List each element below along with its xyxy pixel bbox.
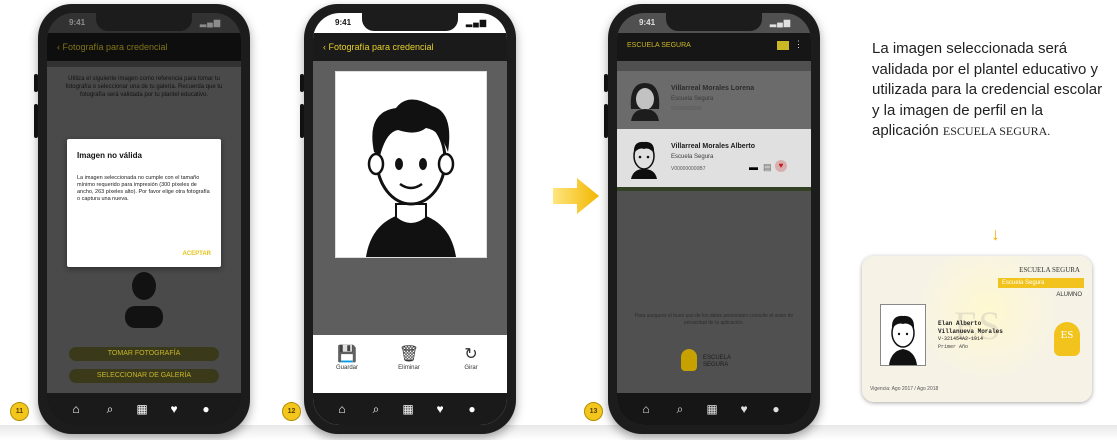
student-name: Villarreal Morales Lorena [671, 85, 755, 92]
profile-card-lorena[interactable]: Villarreal Morales Lorena Escuela Segura… [617, 71, 811, 129]
document-icon[interactable]: ▤ [763, 162, 772, 173]
bulb-icon [681, 349, 697, 371]
dialog-title: Imagen no válida [77, 151, 142, 160]
student-name: Villarreal Morales Alberto [671, 143, 756, 150]
status-time: 9:41 [335, 18, 352, 27]
signal-icon: ▂▄▆ [770, 18, 791, 27]
card-first-name: Elan Alberto [938, 320, 982, 327]
phone-invalid-image: 9:41 ▂▄▆ ‹ Fotografía para credencial Ut… [34, 4, 250, 434]
trash-icon: 🗑 [398, 346, 420, 363]
card-icon[interactable] [777, 41, 789, 50]
arrow-right-icon [553, 178, 599, 214]
profile-photo [335, 71, 487, 258]
card-school: Escuela Segura [998, 278, 1084, 288]
select-gallery-button[interactable]: SELECCIONAR DE GALERÍA [69, 369, 219, 383]
more-icon[interactable]: ⋮ [794, 39, 803, 50]
card-brand: ESCUELA SEGURA [1019, 266, 1080, 274]
logo-text: ESCUELA SEGURA [703, 355, 731, 368]
app-header: ESCUELA SEGURA ⋮ [617, 33, 811, 61]
card-role: ALUMNO [1056, 292, 1082, 298]
school-name: Escuela Segura [671, 96, 714, 102]
status-time: 9:41 [639, 18, 656, 27]
heart-icon[interactable]: ♥ [737, 402, 751, 416]
invalid-image-dialog: Imagen no válida La imagen seleccionada … [67, 139, 221, 267]
phone-side-button [300, 74, 304, 92]
step-badge: 12 [282, 402, 301, 421]
search-icon[interactable]: ⌕ [673, 402, 687, 416]
step-badge: 13 [584, 402, 603, 421]
phone-profile-list: 9:41 ▂▄▆ ESCUELA SEGURA ⋮ Villarreal Mor… [604, 4, 820, 434]
signal-icon: ▂▄▆ [466, 18, 487, 27]
phone-screen: 9:41 ▂▄▆ ‹ Fotografía para credencial Ut… [47, 13, 241, 425]
avatar-female [630, 83, 660, 121]
dialog-message: La imagen seleccionada no cumple con el … [77, 175, 210, 202]
card-last-name: Villanueva Morales [938, 328, 1003, 335]
phone-side-button [300, 104, 304, 138]
heart-icon[interactable]: ♥ [433, 402, 447, 416]
bottom-nav: ⌂ ⌕ ▦ ♥ ● [617, 393, 811, 425]
card-logo-bulb: ES [1054, 322, 1080, 356]
step-badge: 11 [10, 402, 29, 421]
profile-card-alberto[interactable]: Villarreal Morales Alberto Escuela Segur… [617, 129, 811, 187]
profile-icon[interactable]: ● [769, 402, 783, 416]
header-title[interactable]: ‹ Fotografía para credencial [323, 42, 434, 52]
privacy-notice: Para asegurar el buen uso de los datos p… [634, 313, 794, 326]
phone-side-button [34, 74, 38, 92]
take-photo-button[interactable]: TOMAR FOTOGRAFÍA [69, 347, 219, 361]
edit-toolbar: 💾 Guardar 🗑 Eliminar ↻ Girar [313, 335, 507, 393]
arrow-down-icon: ↓ [991, 224, 1000, 244]
student-id: V000000000B7 [671, 166, 706, 172]
rotate-icon: ↻ [464, 346, 478, 363]
boy-illustration [366, 99, 456, 257]
calendar-icon[interactable]: ▦ [401, 402, 415, 416]
app-header: ‹ Fotografía para credencial [313, 33, 507, 61]
phone-side-button [604, 74, 608, 92]
description-text: La imagen seleccionada será validada por… [872, 39, 1112, 142]
delete-tool[interactable]: 🗑 Eliminar [387, 345, 431, 371]
phone-notch [362, 13, 458, 31]
school-name: Escuela Segura [671, 154, 714, 160]
card-grade: Primer Año [938, 344, 969, 350]
bottom-nav: ⌂ ⌕ ▦ ♥ ● [47, 393, 241, 425]
bottom-nav: ⌂ ⌕ ▦ ♥ ● [313, 393, 507, 425]
student-id-card: ES ESCUELA SEGURA Escuela Segura ALUMNO … [862, 256, 1092, 402]
save-icon: 💾 [337, 346, 357, 363]
phone-notch [96, 13, 192, 31]
card-id: V-321454A2-1914 [938, 336, 984, 342]
card-avatar [889, 315, 917, 365]
card-validity: Vigencia: Ago 2017 / Ago 2018 [870, 386, 939, 392]
brand-name: ESCUELA SEGURA. [942, 124, 1051, 138]
phone-screen: 9:41 ▂▄▆ ‹ Fotografía para credencial 💾 [313, 13, 507, 425]
phone-photo-editor: 9:41 ▂▄▆ ‹ Fotografía para credencial 💾 [300, 4, 516, 434]
tool-label: Girar [464, 365, 478, 371]
divider [617, 187, 811, 191]
heart-icon[interactable]: ♥ [167, 402, 181, 416]
profile-icon[interactable]: ● [465, 402, 479, 416]
student-id: V0000000000 [671, 106, 703, 112]
profile-icon[interactable]: ● [199, 402, 213, 416]
calendar-icon[interactable]: ▦ [705, 402, 719, 416]
tool-label: Guardar [335, 365, 358, 371]
phone-side-button [604, 104, 608, 138]
app-logo: ESCUELA SEGURA [681, 349, 751, 379]
id-card-icon[interactable]: ▬ [749, 162, 758, 172]
search-icon[interactable]: ⌕ [103, 402, 117, 416]
home-icon[interactable]: ⌂ [639, 402, 653, 416]
favorite-icon[interactable]: ♥ [775, 160, 787, 172]
calendar-icon[interactable]: ▦ [135, 402, 149, 416]
card-photo [880, 304, 926, 366]
phone-screen: 9:41 ▂▄▆ ESCUELA SEGURA ⋮ Villarreal Mor… [617, 13, 811, 425]
accept-button[interactable]: ACEPTAR [182, 251, 211, 257]
search-icon[interactable]: ⌕ [369, 402, 383, 416]
phone-notch [666, 13, 762, 31]
save-tool[interactable]: 💾 Guardar [325, 345, 369, 371]
rotate-tool[interactable]: ↻ Girar [449, 345, 493, 371]
tool-label: Eliminar [398, 365, 420, 371]
home-icon[interactable]: ⌂ [335, 402, 349, 416]
phone-side-button [34, 104, 38, 138]
home-icon[interactable]: ⌂ [69, 402, 83, 416]
header-title: ESCUELA SEGURA [627, 42, 691, 49]
avatar-boy [631, 141, 657, 179]
